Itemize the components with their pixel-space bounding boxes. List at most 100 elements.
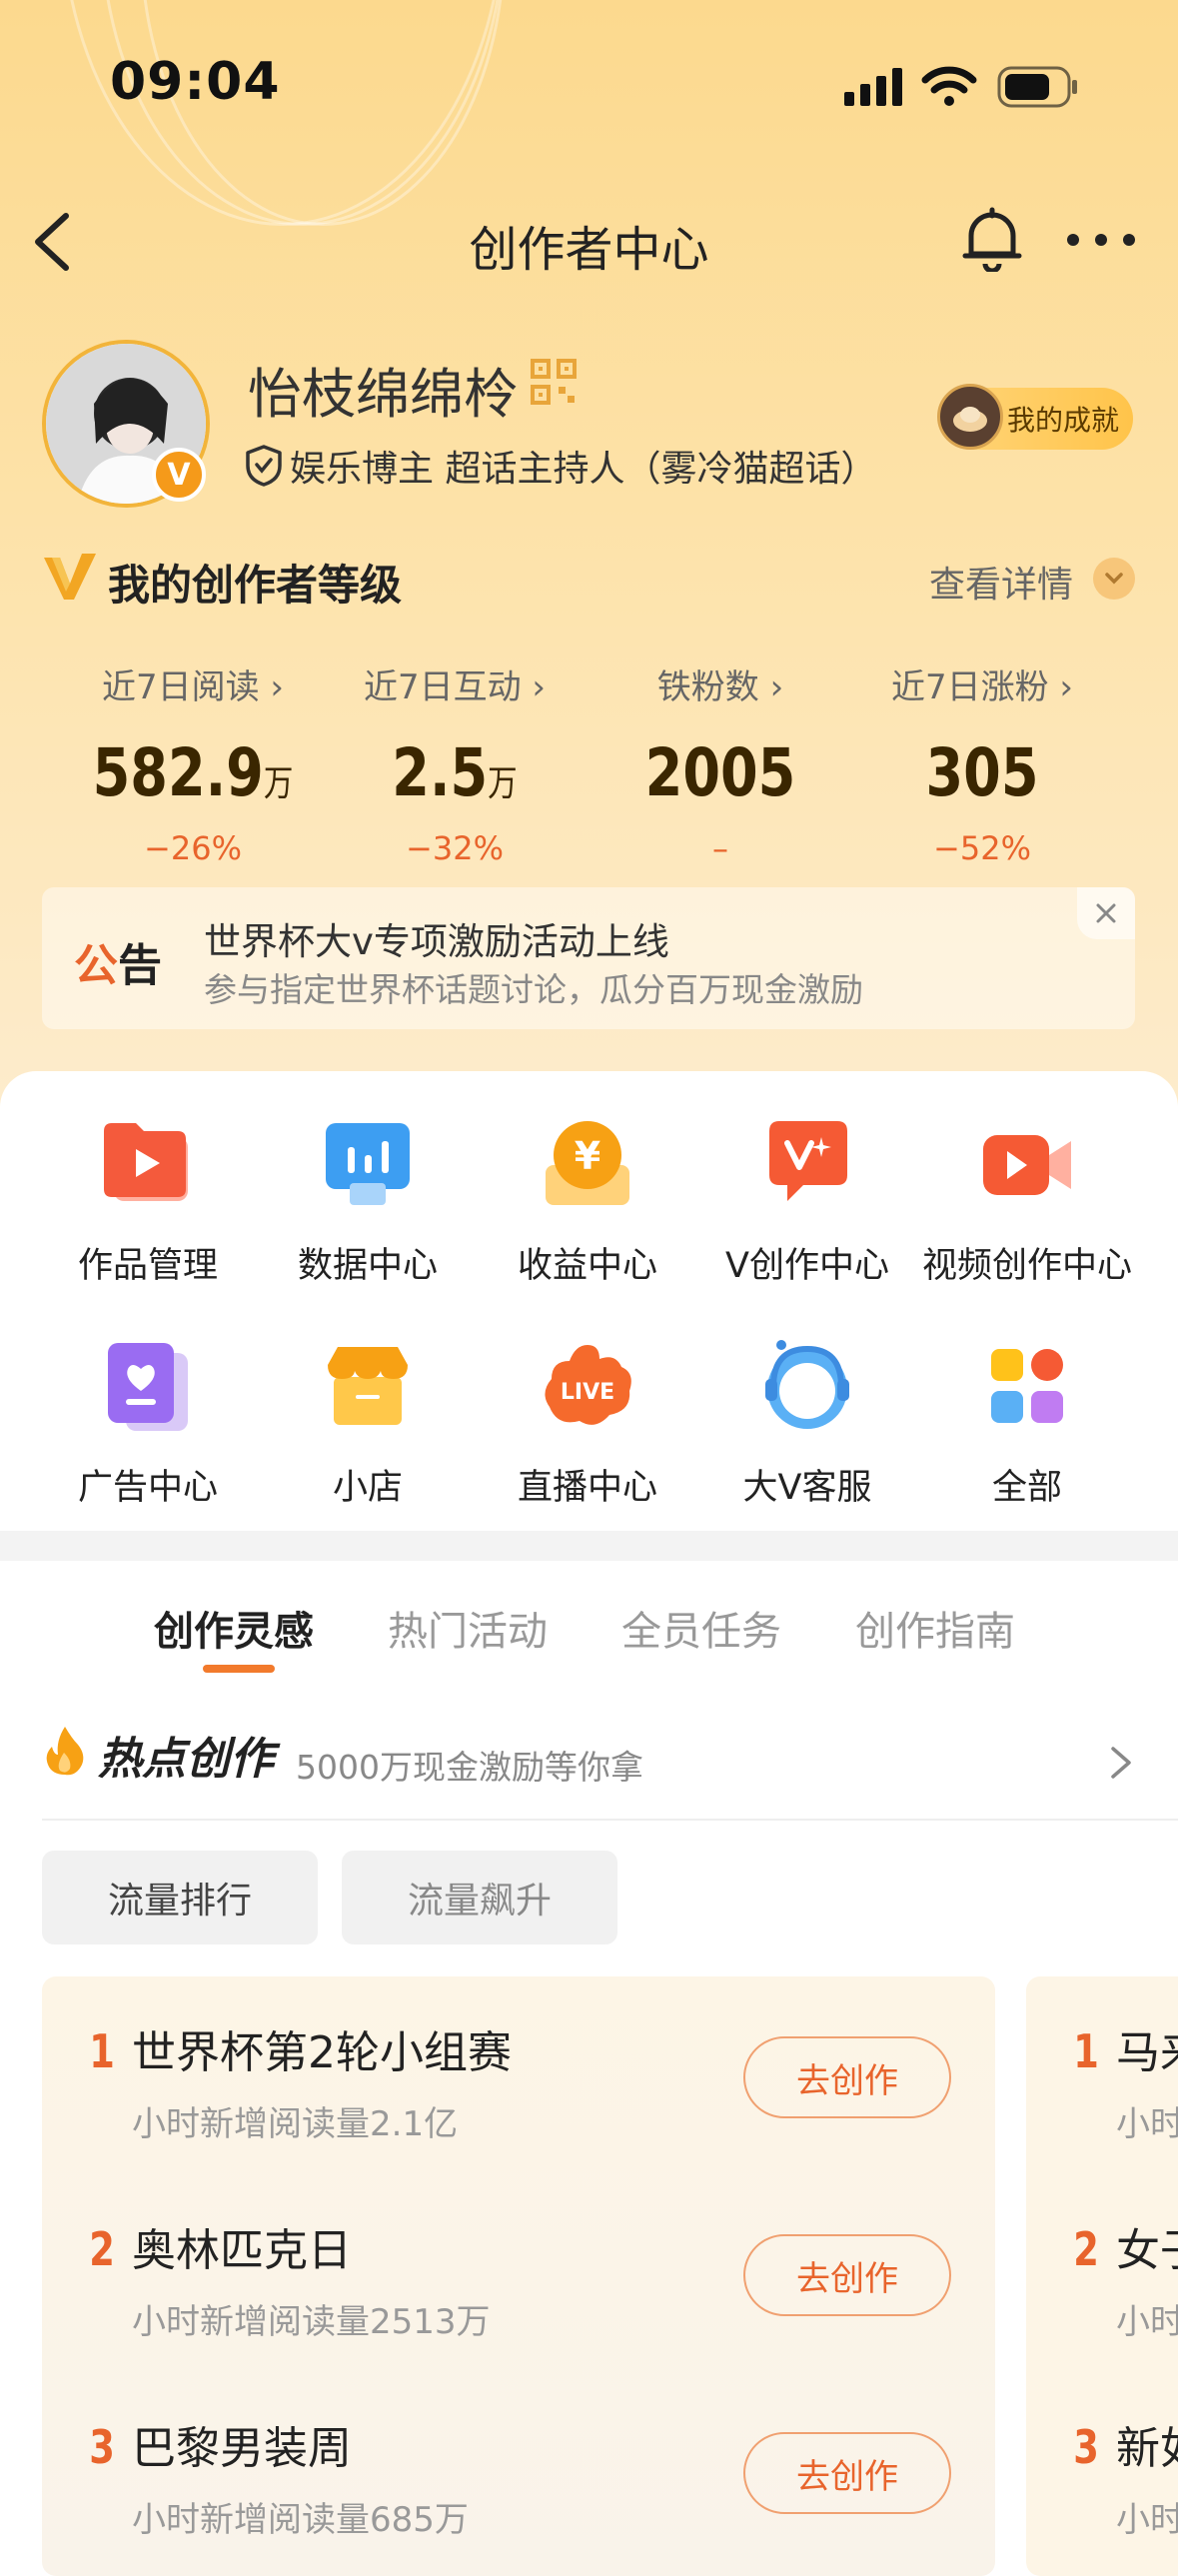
- list-item[interactable]: 2 奥林匹克日 小时新增阅读量2513万 去创作: [42, 2174, 995, 2372]
- filter-traffic-rising[interactable]: 流量飙升: [342, 1851, 617, 1944]
- active-tab-indicator: [203, 1665, 275, 1673]
- view-details-link[interactable]: 查看详情: [929, 556, 1073, 608]
- list-item[interactable]: 3 巴黎男装周 小时新增阅读量685万 去创作: [42, 2372, 995, 2570]
- tool-live-center[interactable]: LIVE 直播中心: [478, 1339, 697, 1510]
- video-camera-icon: [979, 1117, 1075, 1213]
- list-item[interactable]: 1 马来 小时: [1026, 1976, 1178, 2174]
- list-item[interactable]: 2 女子 小时: [1026, 2174, 1178, 2372]
- close-icon[interactable]: [1077, 887, 1135, 939]
- stat-reads-7d[interactable]: 近7日阅读 › 582.9万 −26%: [58, 659, 328, 867]
- topic-reads: 小时: [1116, 2302, 1178, 2342]
- rank-number: 1: [89, 2024, 115, 2078]
- tool-label: 小店: [332, 1468, 403, 1508]
- flame-icon: [42, 1725, 88, 1781]
- go-create-button[interactable]: 去创作: [743, 2234, 951, 2316]
- rank-number: 1: [1073, 2024, 1099, 2078]
- tool-works-management[interactable]: 作品管理: [38, 1117, 258, 1288]
- tool-video-creation-center[interactable]: 视频创作中心: [917, 1117, 1137, 1288]
- stat-label: 近7日阅读 ›: [101, 667, 285, 707]
- tool-data-center[interactable]: 数据中心: [258, 1117, 478, 1288]
- svg-text:¥: ¥: [575, 1134, 600, 1178]
- announcement-tag: 公告: [74, 940, 162, 991]
- tool-all[interactable]: 全部: [917, 1339, 1137, 1510]
- list-item[interactable]: 1 世界杯第2轮小组赛 小时新增阅读量2.1亿 去创作: [42, 1976, 995, 2174]
- achievement-medal-icon: [937, 384, 1003, 450]
- tool-label: 视频创作中心: [921, 1246, 1132, 1286]
- topic-title: 巴黎男装周: [132, 2423, 352, 2474]
- stat-value: 582.9万: [92, 734, 294, 811]
- view-details-label: 查看详情: [929, 565, 1074, 606]
- tool-ad-center[interactable]: 广告中心: [38, 1339, 258, 1510]
- profile-name: 怡枝绵绵柃: [248, 363, 518, 426]
- live-icon: LIVE: [540, 1339, 635, 1435]
- stat-value: 2005: [644, 734, 796, 811]
- tool-label: 收益中心: [517, 1246, 657, 1286]
- topic-reads: 小时新增阅读量2.1亿: [132, 2104, 459, 2144]
- profile-tags: 娱乐博主 超话主持人（雾冷猫超话）: [290, 449, 877, 490]
- tool-v-creation-center[interactable]: V创作中心: [697, 1117, 917, 1288]
- wifi-icon: [921, 64, 977, 112]
- stat-interactions-7d[interactable]: 近7日互动 › 2.5万 −32%: [320, 659, 589, 867]
- bell-icon[interactable]: [961, 206, 1023, 276]
- topic-title: 马来: [1116, 2027, 1178, 2078]
- list-item[interactable]: 3 新如 小时: [1026, 2372, 1178, 2570]
- filter-traffic-ranking[interactable]: 流量排行: [42, 1851, 318, 1944]
- stat-value: 305: [925, 734, 1039, 811]
- stat-iron-fans[interactable]: 铁粉数 › 2005 –: [586, 659, 855, 867]
- stat-change: −26%: [144, 829, 242, 867]
- tool-label: 直播中心: [517, 1468, 657, 1508]
- creator-level-title: 我的创作者等级: [108, 561, 403, 610]
- tool-revenue-center[interactable]: ¥ 收益中心: [478, 1117, 697, 1288]
- ranking-card-secondary[interactable]: 1 马来 小时 2 女子 小时 3 新如 小时: [1026, 1976, 1178, 2576]
- tool-label: V创作中心: [725, 1246, 889, 1286]
- more-options-icon[interactable]: [1065, 232, 1137, 252]
- divider: [42, 1819, 1178, 1821]
- yuan-coin-icon: ¥: [540, 1117, 635, 1213]
- rank-number: 3: [1073, 2420, 1099, 2474]
- stat-value: 2.5万: [392, 734, 518, 811]
- status-time: 09:04: [110, 52, 281, 112]
- topic-reads: 小时新增阅读量2513万: [132, 2302, 491, 2342]
- tab-hot-activities[interactable]: 热门活动: [388, 1599, 548, 1657]
- announcement-title: 世界杯大v专项激励活动上线: [204, 920, 669, 963]
- cellular-signal-icon: [844, 68, 906, 112]
- ranking-card: 1 世界杯第2轮小组赛 小时新增阅读量2.1亿 去创作 2 奥林匹克日 小时新增…: [42, 1976, 995, 2576]
- hot-creation-subtitle: 5000万现金激励等你拿: [296, 1748, 643, 1787]
- stat-label: 近7日互动 ›: [363, 667, 547, 707]
- qr-code-icon[interactable]: [530, 358, 578, 410]
- tool-shop[interactable]: 小店: [258, 1339, 478, 1510]
- achievements-label: 我的成就: [1006, 404, 1119, 437]
- stat-label: 近7日涨粉 ›: [890, 667, 1074, 707]
- tab-creation-guide[interactable]: 创作指南: [855, 1599, 1015, 1657]
- topic-title: 新如: [1116, 2423, 1178, 2474]
- stat-label: 铁粉数 ›: [656, 667, 784, 707]
- headset-icon: [759, 1339, 855, 1435]
- sparkle-v-icon: [759, 1117, 855, 1213]
- tool-label: 大V客服: [742, 1468, 872, 1508]
- topic-reads: 小时新增阅读量685万: [132, 2500, 469, 2540]
- tool-customer-service[interactable]: 大V客服: [697, 1339, 917, 1510]
- chevron-right-icon[interactable]: [1109, 1745, 1133, 1785]
- ad-heart-icon: [100, 1339, 196, 1435]
- go-create-button[interactable]: 去创作: [743, 2036, 951, 2118]
- rank-number: 2: [89, 2222, 115, 2276]
- battery-icon: [997, 66, 1079, 112]
- topic-title: 奥林匹克日: [132, 2225, 352, 2276]
- rank-number: 3: [89, 2420, 115, 2474]
- topic-reads: 小时: [1116, 2500, 1178, 2540]
- verified-badge: V: [152, 448, 206, 502]
- grid-apps-icon: [979, 1339, 1075, 1435]
- topic-title: 女子: [1116, 2225, 1178, 2276]
- tab-all-tasks[interactable]: 全员任务: [621, 1599, 781, 1657]
- tool-label: 广告中心: [77, 1468, 218, 1508]
- shop-icon: [320, 1339, 416, 1435]
- shield-icon: [244, 444, 284, 492]
- stat-change: –: [712, 829, 728, 867]
- play-folder-icon: [100, 1117, 196, 1213]
- hot-creation-title: 热点创作: [98, 1734, 274, 1785]
- tab-creation-inspiration[interactable]: 创作灵感: [154, 1599, 314, 1657]
- chevron-down-icon[interactable]: [1093, 558, 1135, 600]
- stat-change: −32%: [406, 829, 504, 867]
- stat-new-fans-7d[interactable]: 近7日涨粉 › 305 −52%: [847, 659, 1117, 867]
- go-create-button[interactable]: 去创作: [743, 2432, 951, 2514]
